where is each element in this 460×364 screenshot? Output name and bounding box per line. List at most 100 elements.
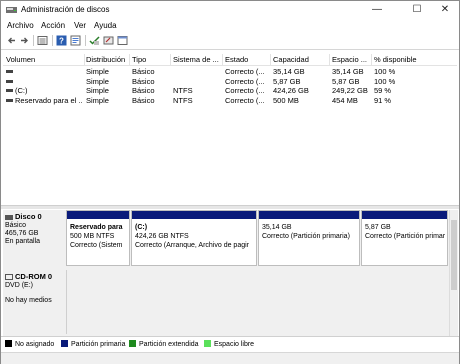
cell-estado: Correcto (... xyxy=(225,76,265,86)
cell-estado: Correcto (... xyxy=(225,67,265,76)
window-title: Administración de discos xyxy=(21,5,110,14)
legend-bar: No asignado Partición primaria Partición… xyxy=(1,336,459,352)
partition-size: 5,87 GB xyxy=(365,224,391,231)
column-header-capacidad[interactable]: Capacidad xyxy=(273,55,328,65)
list-view-icon[interactable] xyxy=(37,35,48,46)
cell-tipo: Básico xyxy=(132,86,155,95)
volume-icon xyxy=(6,70,13,73)
cdrom-media-area xyxy=(66,270,447,334)
cell-distribucion: Simple xyxy=(86,95,109,105)
title-bar: Administración de discos — ☐ ✕ xyxy=(1,1,459,19)
partition-35gb[interactable]: 35,14 GB Correcto (Partición primaria) xyxy=(258,210,360,266)
column-header-estado[interactable]: Estado xyxy=(225,55,269,65)
disk-management-app-icon xyxy=(6,7,17,13)
help-icon[interactable]: ? xyxy=(56,35,67,46)
column-divider[interactable] xyxy=(270,54,271,65)
disk-0-type: Básico xyxy=(5,222,27,229)
vertical-scrollbar[interactable] xyxy=(449,210,458,336)
legend-swatch xyxy=(129,340,136,347)
primary-partition-bar xyxy=(259,211,359,219)
partition-status: Correcto (Sistem xyxy=(70,242,123,249)
column-divider[interactable] xyxy=(129,54,130,65)
disk-0-size: 465,76 GB xyxy=(5,230,39,237)
menu-archivo[interactable]: Archivo xyxy=(7,21,34,30)
disk-0-label[interactable]: Disco 0 Básico 465,76 GB En pantalla xyxy=(5,212,65,266)
cell-estado: Correcto (... xyxy=(225,86,265,95)
partition-c[interactable]: (C:) 424,26 GB NTFS Correcto (Arranque, … xyxy=(131,210,257,266)
column-divider[interactable] xyxy=(222,54,223,65)
cell-distribucion: Simple xyxy=(86,67,109,76)
cell-espacio: 35,14 GB xyxy=(332,67,364,76)
disk-management-window: Administración de discos — ☐ ✕ Archivo A… xyxy=(0,0,460,364)
menu-bar: Archivo Acción Ver Ayuda xyxy=(1,19,459,32)
cdrom-0-drive: DVD (E:) xyxy=(5,282,33,289)
cell-estado: Correcto (... xyxy=(225,95,265,105)
disk-icon xyxy=(5,214,13,220)
disk-0-status: En pantalla xyxy=(5,238,41,245)
legend-label: Espacio libre xyxy=(214,341,255,348)
partition-name: Reservado para xyxy=(70,224,123,231)
legend-item-free-space: Espacio libre xyxy=(204,340,254,348)
cell-capacidad: 500 MB xyxy=(273,95,299,105)
cell-espacio: 454 MB xyxy=(332,95,358,105)
disk-0-title: Disco 0 xyxy=(15,212,42,221)
column-header-sistema[interactable]: Sistema de ... xyxy=(173,55,221,65)
cell-sistema: NTFS xyxy=(173,95,193,105)
cell-tipo: Básico xyxy=(132,76,155,86)
column-divider[interactable] xyxy=(170,54,171,65)
cell-espacio: 5,87 GB xyxy=(332,76,360,86)
cell-capacidad: 424,26 GB xyxy=(273,86,309,95)
status-bar xyxy=(1,352,459,364)
svg-text:?: ? xyxy=(59,37,64,46)
partition-status: Correcto (Arranque, Archivo de pagir xyxy=(135,242,249,249)
back-arrow-icon[interactable] xyxy=(6,35,17,46)
check-icon[interactable] xyxy=(89,35,100,46)
cdrom-0-label[interactable]: CD-ROM 0 DVD (E:) No hay medios xyxy=(5,272,65,322)
cell-disponible: 100 % xyxy=(374,67,396,76)
properties-icon[interactable] xyxy=(70,35,81,46)
column-header-tipo[interactable]: Tipo xyxy=(132,55,170,65)
table-row[interactable]: Reservado para el ... Simple Básico NTFS… xyxy=(3,96,457,106)
column-header-disponible[interactable]: % disponible xyxy=(374,55,444,65)
column-header-distribucion[interactable]: Distribución xyxy=(86,55,128,65)
maximize-button[interactable]: ☐ xyxy=(406,1,428,19)
column-header-espacio[interactable]: Espacio ... xyxy=(332,55,371,65)
wizard-icon[interactable] xyxy=(103,35,114,46)
volume-list: Volumen Distribución Tipo Sistema de ...… xyxy=(3,54,457,202)
toolbar-separator xyxy=(33,35,34,46)
table-row[interactable]: Simple Básico Correcto (... 35,14 GB 35,… xyxy=(3,67,457,77)
cell-tipo: Básico xyxy=(132,67,155,76)
cell-disponible: 59 % xyxy=(374,86,392,95)
partition-5gb[interactable]: 5,87 GB Correcto (Partición primaria) xyxy=(361,210,448,266)
column-divider[interactable] xyxy=(329,54,330,65)
menu-ayuda[interactable]: Ayuda xyxy=(94,21,117,30)
scrollbar-thumb[interactable] xyxy=(451,220,457,290)
menu-accion[interactable]: Acción xyxy=(41,21,65,30)
forward-arrow-icon[interactable] xyxy=(19,35,30,46)
partition-reserved[interactable]: Reservado para 500 MB NTFS Correcto (Sis… xyxy=(66,210,130,266)
cell-disponible: 91 % xyxy=(374,95,392,105)
close-button[interactable]: ✕ xyxy=(434,1,456,19)
cdrom-0-title: CD-ROM 0 xyxy=(15,272,53,281)
legend-swatch xyxy=(5,340,12,347)
minimize-button[interactable]: — xyxy=(366,1,388,19)
cell-volumen: Reservado para el ... xyxy=(15,95,83,105)
partition-size: 35,14 GB xyxy=(262,224,292,231)
cell-distribucion: Simple xyxy=(86,76,109,86)
table-row[interactable]: Simple Básico Correcto (... 5,87 GB 5,87… xyxy=(3,77,457,87)
disk-graphical-pane: Disco 0 Básico 465,76 GB En pantalla Res… xyxy=(3,210,458,336)
partition-size: 500 MB NTFS xyxy=(70,233,115,240)
partition-status: Correcto (Partición primaria) xyxy=(365,233,445,240)
menu-ver[interactable]: Ver xyxy=(74,21,86,30)
primary-partition-bar xyxy=(67,211,129,219)
cdrom-0-status: No hay medios xyxy=(5,297,52,304)
console-icon[interactable] xyxy=(117,35,128,46)
column-divider[interactable] xyxy=(84,54,85,65)
column-divider[interactable] xyxy=(371,54,372,65)
volume-icon xyxy=(6,79,13,83)
pane-splitter[interactable] xyxy=(1,205,459,209)
primary-partition-bar xyxy=(362,211,447,219)
table-row[interactable]: (C:) Simple Básico NTFS Correcto (... 42… xyxy=(3,86,457,96)
cell-sistema: NTFS xyxy=(173,86,193,95)
column-header-volumen[interactable]: Volumen xyxy=(6,55,84,65)
